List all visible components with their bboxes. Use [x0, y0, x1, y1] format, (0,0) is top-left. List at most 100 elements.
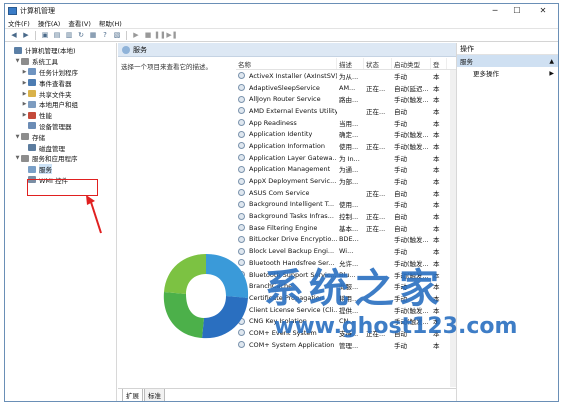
help-icon[interactable]: ? [100, 30, 110, 40]
table-row[interactable]: Base Filtering Engine 基本... 正在... 自动 本 [236, 222, 456, 234]
table-row[interactable]: COM+ Event System 支持... 正在... 自动 本 [236, 327, 456, 339]
show-action-pane-icon[interactable]: ▧ [112, 30, 122, 40]
table-row[interactable]: Block Level Backup Engi... Wi... 手动 本 [236, 245, 456, 257]
service-name-text: Application Layer Gatewa... [249, 153, 337, 162]
cell-description: 使用... [339, 201, 359, 210]
export-list-icon[interactable]: ▦ [88, 30, 98, 40]
table-row[interactable]: Application Management 为通... 手动 本 [236, 164, 456, 176]
show-hide-tree-icon[interactable]: ▤ [52, 30, 62, 40]
tree-item-label: 服务和应用程序 [32, 155, 78, 164]
table-row[interactable]: AMD External Events Utility 正在... 自动 本 [236, 105, 456, 117]
service-name-text: Bluetooth Support Servic... [249, 270, 337, 279]
tree-item-label: 系统工具 [32, 58, 58, 67]
expand-arrow-icon[interactable]: ▶ [21, 112, 28, 118]
actions-section-services[interactable]: 服务 ▲ [457, 55, 558, 67]
maximize-button[interactable]: ☐ [506, 4, 528, 16]
menu-file[interactable]: 文件(F) [8, 18, 30, 28]
tree-item[interactable]: 计算机管理(本地) [5, 45, 116, 56]
back-icon[interactable]: ◀ [9, 30, 19, 40]
properties-icon[interactable]: ▥ [64, 30, 74, 40]
table-row[interactable]: Application Layer Gatewa... 为 In... 手动 本 [236, 152, 456, 164]
menu-action[interactable]: 操作(A) [38, 18, 61, 28]
tree-item[interactable]: ▼ 服务和应用程序 [5, 153, 116, 164]
table-header: 名称 描述 状态 启动类型 登 [236, 58, 456, 70]
more-actions-item[interactable]: 更多操作 ▶ [457, 67, 558, 79]
cell-name: ASUS Com Service [236, 189, 337, 197]
up-folder-icon[interactable]: ▣ [40, 30, 50, 40]
tab-standard[interactable]: 标准 [144, 389, 165, 401]
menu-view[interactable]: 查看(V) [68, 18, 91, 28]
service-gear-icon [238, 235, 245, 243]
table-row[interactable]: AllJoyn Router Service 路由... 手动(触发... 本 [236, 93, 456, 105]
tree-item[interactable]: 磁盘管理 [5, 142, 116, 153]
window-title: 计算机管理 [20, 7, 55, 15]
cell-logon: 本 [433, 248, 440, 257]
refresh-icon[interactable]: ↻ [76, 30, 86, 40]
cell-name: CNG Key Isolation [236, 317, 337, 325]
expand-arrow-icon[interactable]: ▼ [14, 134, 21, 140]
minimize-button[interactable]: ─ [484, 4, 506, 16]
cell-logon: 本 [433, 154, 440, 163]
menu-help[interactable]: 帮助(H) [99, 18, 122, 28]
services-icon [122, 45, 130, 54]
expand-arrow-icon[interactable]: ▼ [14, 58, 21, 64]
computer-management-window: 计算机管理 ─ ☐ ✕ 文件(F) 操作(A) 查看(V) 帮助(H) ◀ ▶ … [4, 3, 559, 402]
table-row[interactable]: ASUS Com Service 正在... 自动 本 [236, 187, 456, 199]
tree-item[interactable]: ▶ 事件查看器 [5, 77, 116, 88]
table-row[interactable]: COM+ System Application 管理... 手动 本 [236, 339, 456, 351]
cell-logon: 本 [433, 131, 440, 140]
expand-arrow-icon[interactable]: ▼ [14, 155, 21, 161]
pause-service-icon[interactable]: ❚❚ [154, 30, 166, 40]
start-service-icon[interactable]: ▶ [131, 30, 141, 40]
expand-arrow-icon[interactable]: ▶ [21, 101, 28, 107]
column-header-logon[interactable]: 登 [431, 58, 447, 69]
service-gear-icon [238, 306, 245, 314]
table-row[interactable]: BranchCache 此服... 手动 本 [236, 280, 456, 292]
cell-logon: 本 [433, 283, 440, 292]
forward-icon[interactable]: ▶ [21, 30, 31, 40]
table-row[interactable]: Client License Service (Cli... 提供... 手动(触发… [236, 304, 456, 316]
close-button[interactable]: ✕ [528, 4, 558, 16]
toolbar-divider [35, 30, 36, 40]
table-row[interactable]: CNG Key Isolation CN... 手动(触发... 本 [236, 315, 456, 327]
services-pane: 服务 选择一个项目来查看它的描述。 名称 描述 状态 启动类型 登 Active… [118, 43, 456, 401]
cell-startup-type: 手动(触发... [394, 236, 429, 245]
table-row[interactable]: ActiveX Installer (AxInstSV) 为从... 手动 本 [236, 70, 456, 82]
table-row[interactable]: BitLocker Drive Encryptio... BDE... 手动(触发.… [236, 234, 456, 246]
tree-item[interactable]: 服务 [5, 164, 116, 175]
table-row[interactable]: Bluetooth Handsfree Ser... 允许... 手动(触发... 本 [236, 257, 456, 269]
restart-service-icon[interactable]: ▶❚ [166, 30, 177, 40]
tree-node-icon [28, 144, 36, 152]
cell-logon: 本 [433, 72, 440, 81]
table-row[interactable]: Application Information 使用... 正在... 手动(触发..… [236, 140, 456, 152]
tree-item[interactable]: ▶ 任务计划程序 [5, 67, 116, 78]
column-header-name[interactable]: 名称 [236, 58, 337, 69]
collapse-icon[interactable]: ▲ [549, 58, 554, 65]
table-row[interactable]: Certificate Propagation 将用... 手动 本 [236, 292, 456, 304]
tree-item[interactable]: ▶ 本地用户和组 [5, 99, 116, 110]
expand-arrow-icon[interactable]: ▶ [21, 91, 28, 97]
table-row[interactable]: App Readiness 当用... 手动 本 [236, 117, 456, 129]
tree-item[interactable]: ▼ 系统工具 [5, 56, 116, 67]
stop-service-icon[interactable]: ■ [143, 30, 153, 40]
table-row[interactable]: Application Identity 确定... 手动(触发... 本 [236, 128, 456, 140]
table-row[interactable]: AppX Deployment Servic... 为部... 手动 本 [236, 175, 456, 187]
tab-extended[interactable]: 扩展 [122, 389, 143, 401]
tree-item[interactable]: 设备管理器 [5, 121, 116, 132]
cell-description: 确定... [339, 131, 359, 140]
expand-arrow-icon[interactable]: ▶ [21, 80, 28, 86]
services-pane-body: 选择一个项目来查看它的描述。 名称 描述 状态 启动类型 登 ActiveX I… [118, 58, 456, 387]
tree-item[interactable]: ▼ 存储 [5, 131, 116, 142]
expand-arrow-icon[interactable]: ▶ [21, 69, 28, 75]
tree-item[interactable]: ▶ 性能 [5, 110, 116, 121]
column-header-status[interactable]: 状态 [364, 58, 392, 69]
tree-item[interactable]: ▶ 共享文件夹 [5, 88, 116, 99]
table-row[interactable]: Background Intelligent T... 使用... 手动 本 [236, 199, 456, 211]
column-header-startup-type[interactable]: 启动类型 [392, 58, 431, 69]
column-header-description[interactable]: 描述 [337, 58, 364, 69]
table-row[interactable]: AdaptiveSleepService AM... 正在... 自动(延迟... 本 [236, 82, 456, 94]
cell-name: AMD External Events Utility [236, 107, 337, 115]
cell-description: 为部... [339, 178, 359, 187]
table-row[interactable]: Bluetooth Support Servic... Blu... 手动(触发..… [236, 269, 456, 281]
table-row[interactable]: Background Tasks Infras... 控制... 正在... 自动 本 [236, 210, 456, 222]
